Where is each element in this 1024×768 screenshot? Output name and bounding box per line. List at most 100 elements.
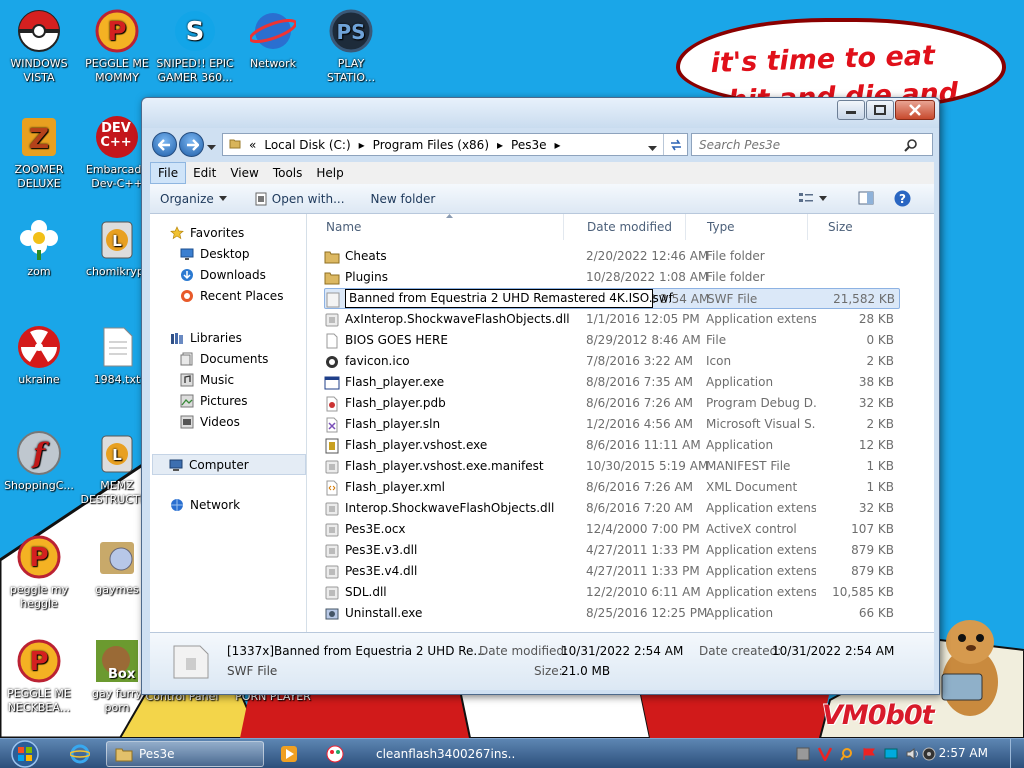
desktop-icon-network[interactable]: Network	[234, 4, 312, 71]
desktop-icon-shopping[interactable]: f ShoppingC...	[0, 426, 78, 493]
nav-music[interactable]: Music	[180, 373, 234, 387]
videos-icon	[180, 415, 194, 429]
nav-documents[interactable]: Documents	[180, 352, 268, 366]
close-button[interactable]	[895, 100, 935, 120]
file-row[interactable]: BIOS GOES HERE 8/29/2012 8:46 AM File 0 KB	[324, 330, 900, 351]
desktop-icon-sniped[interactable]: S SNIPED!! EPIC GAMER 360...	[156, 4, 234, 85]
open-with-button[interactable]: Open with...	[247, 192, 353, 206]
taskbar-chrome-button[interactable]: cleanflash3400267ins...	[362, 741, 516, 767]
column-header-type[interactable]: Type	[688, 214, 808, 240]
tray-flag-icon[interactable]	[862, 747, 876, 761]
file-row[interactable]: SDL.dll 12/2/2010 6:11 AM Application exte…	[324, 582, 900, 603]
desktop-icon-playstation[interactable]: PS PLAY STATIO...	[312, 4, 390, 85]
nav-downloads[interactable]: Downloads	[180, 268, 266, 282]
file-type-cell: File	[706, 333, 727, 347]
desktop-icon-peggle-my-heggle[interactable]: P peggle my heggle	[0, 530, 78, 611]
history-dropdown[interactable]	[207, 140, 216, 154]
breadcrumb-pes3e[interactable]: Pes3e	[507, 138, 550, 152]
organize-button[interactable]: Organize	[150, 192, 235, 206]
breadcrumb-separator[interactable]: ▸	[493, 138, 507, 152]
desktop-icon-zom[interactable]: zom	[0, 212, 78, 279]
help-button[interactable]: ?	[894, 190, 911, 210]
file-row[interactable]: AxInterop.ShockwaveFlashObjects.dll 1/1/2…	[324, 309, 900, 330]
search-icon[interactable]	[904, 138, 918, 152]
menu-file[interactable]: File	[150, 162, 187, 184]
tray-display-icon[interactable]	[884, 747, 898, 761]
nav-videos[interactable]: Videos	[180, 415, 240, 429]
file-row[interactable]: Flash_player.vshost.exe 8/6/2016 11:11 AM…	[324, 435, 900, 456]
file-row[interactable]: Flash_player.vshost.exe.manifest 10/30/20…	[324, 456, 900, 477]
desktop-icon-zoomer-deluxe[interactable]: Z ZOOMER DELUXE	[0, 110, 78, 191]
refresh-button[interactable]	[663, 134, 687, 155]
desktop-icon-peggle-me-mommy[interactable]: P PEGGLE ME MOMMY	[78, 4, 156, 85]
tray-disc-icon[interactable]	[922, 747, 936, 761]
file-row[interactable]: Plugins 10/28/2022 1:08 AM File folder	[324, 267, 900, 288]
nav-pictures[interactable]: Pictures	[180, 394, 248, 408]
file-row[interactable]: Interop.ShockwaveFlashObjects.dll 8/6/201…	[324, 498, 900, 519]
media-player-icon	[281, 746, 297, 762]
menu-view[interactable]: View	[223, 162, 265, 184]
taskbar-media-button[interactable]	[272, 741, 310, 767]
search-box[interactable]	[691, 133, 933, 156]
file-row[interactable]: Flash_player.pdb 8/6/2016 7:26 AM Program …	[324, 393, 900, 414]
menu-tools[interactable]: Tools	[266, 162, 310, 184]
breadcrumb-local-disk[interactable]: Local Disk (C:)	[260, 138, 354, 152]
taskbar-clock[interactable]: 2:57 AM	[939, 746, 988, 760]
file-row[interactable]: favicon.ico 7/8/2016 3:22 AM Icon 2 KB	[324, 351, 900, 372]
preview-pane-icon	[858, 191, 874, 205]
menu-help[interactable]: Help	[309, 162, 350, 184]
nav-computer[interactable]: Computer	[152, 454, 306, 475]
back-button[interactable]	[152, 132, 177, 157]
file-row[interactable]: Uninstall.exe 8/25/2016 12:25 PM Applicati…	[324, 603, 900, 624]
desktop-icon-ukraine[interactable]: ukraine	[0, 320, 78, 387]
column-header-date[interactable]: Date modified	[568, 214, 686, 240]
content-area: Favorites Desktop Downloads Recent Place…	[150, 214, 934, 632]
file-row[interactable]: Pes3E.v4.dll 4/27/2011 1:33 PM Application…	[324, 561, 900, 582]
rename-input[interactable]: Banned from Equestria 2 UHD Remastered 4…	[345, 289, 673, 308]
window-titlebar[interactable]	[142, 98, 939, 128]
tray-search-icon[interactable]	[840, 747, 854, 761]
nav-network[interactable]: Network	[170, 498, 240, 512]
file-row[interactable]: Pes3E.v3.dll 4/27/2011 1:33 PM Application…	[324, 540, 900, 561]
file-row[interactable]: Banned from Equestria 2 UHD Remastered 4…	[324, 288, 900, 309]
breadcrumb-separator[interactable]: ▸	[355, 138, 369, 152]
tray-antivirus-icon[interactable]	[818, 747, 832, 761]
nav-desktop[interactable]: Desktop	[180, 247, 250, 261]
file-row[interactable]: Flash_player.exe 8/8/2016 7:35 AM Applicat…	[324, 372, 900, 393]
search-input[interactable]	[699, 137, 904, 152]
file-row[interactable]: Flash_player.xml 8/6/2016 7:26 AM XML Docu…	[324, 477, 900, 498]
nav-libraries[interactable]: Libraries	[170, 331, 242, 345]
ico-icon	[326, 355, 338, 368]
preview-pane-button[interactable]	[858, 191, 874, 208]
column-header-name[interactable]: Name	[326, 214, 564, 240]
file-date-cell: 4/27/2011 1:33 PM	[586, 564, 700, 578]
start-button[interactable]	[4, 739, 46, 768]
column-header-size[interactable]: Size	[808, 214, 884, 240]
address-bar[interactable]: « Local Disk (C:) ▸ Program Files (x86) …	[222, 133, 688, 156]
taskbar-explorer-button[interactable]: Pes3e	[106, 741, 264, 767]
file-row[interactable]: Flash_player.sln 1/2/2016 4:56 AM Microsof…	[324, 414, 900, 435]
forward-button[interactable]	[179, 132, 204, 157]
maximize-button[interactable]	[866, 100, 894, 120]
tray-speaker-icon[interactable]	[906, 747, 920, 761]
breadcrumb-overflow[interactable]: «	[245, 138, 260, 152]
file-row[interactable]: Pes3E.ocx 12/4/2000 7:00 PM ActiveX contro…	[324, 519, 900, 540]
minimize-button[interactable]	[837, 100, 865, 120]
nav-favorites[interactable]: Favorites	[170, 226, 244, 240]
view-options-button[interactable]	[798, 191, 827, 205]
file-row[interactable]: Cheats 2/20/2022 12:46 AM File folder	[324, 246, 900, 267]
desktop-icon-peggle-me-neckbeard[interactable]: P PEGGLE ME NECKBEA...	[0, 634, 78, 715]
menu-edit[interactable]: Edit	[186, 162, 223, 184]
taskbar-ie-button[interactable]	[62, 741, 100, 767]
box-badge-text: Box	[108, 667, 136, 682]
nav-recent-places[interactable]: Recent Places	[180, 289, 283, 303]
show-desktop-button[interactable]	[1010, 739, 1024, 768]
tray-network-icon[interactable]	[796, 747, 810, 761]
desktop-icon-windows-vista[interactable]: WINDOWS VISTA	[0, 4, 78, 85]
address-dropdown[interactable]	[648, 141, 657, 155]
taskbar-paint-button[interactable]	[318, 741, 356, 767]
breadcrumb-program-files[interactable]: Program Files (x86)	[369, 138, 493, 152]
new-folder-button[interactable]: New folder	[363, 192, 444, 206]
breadcrumb-separator[interactable]: ▸	[551, 138, 565, 152]
arrow-right-icon	[186, 138, 199, 151]
